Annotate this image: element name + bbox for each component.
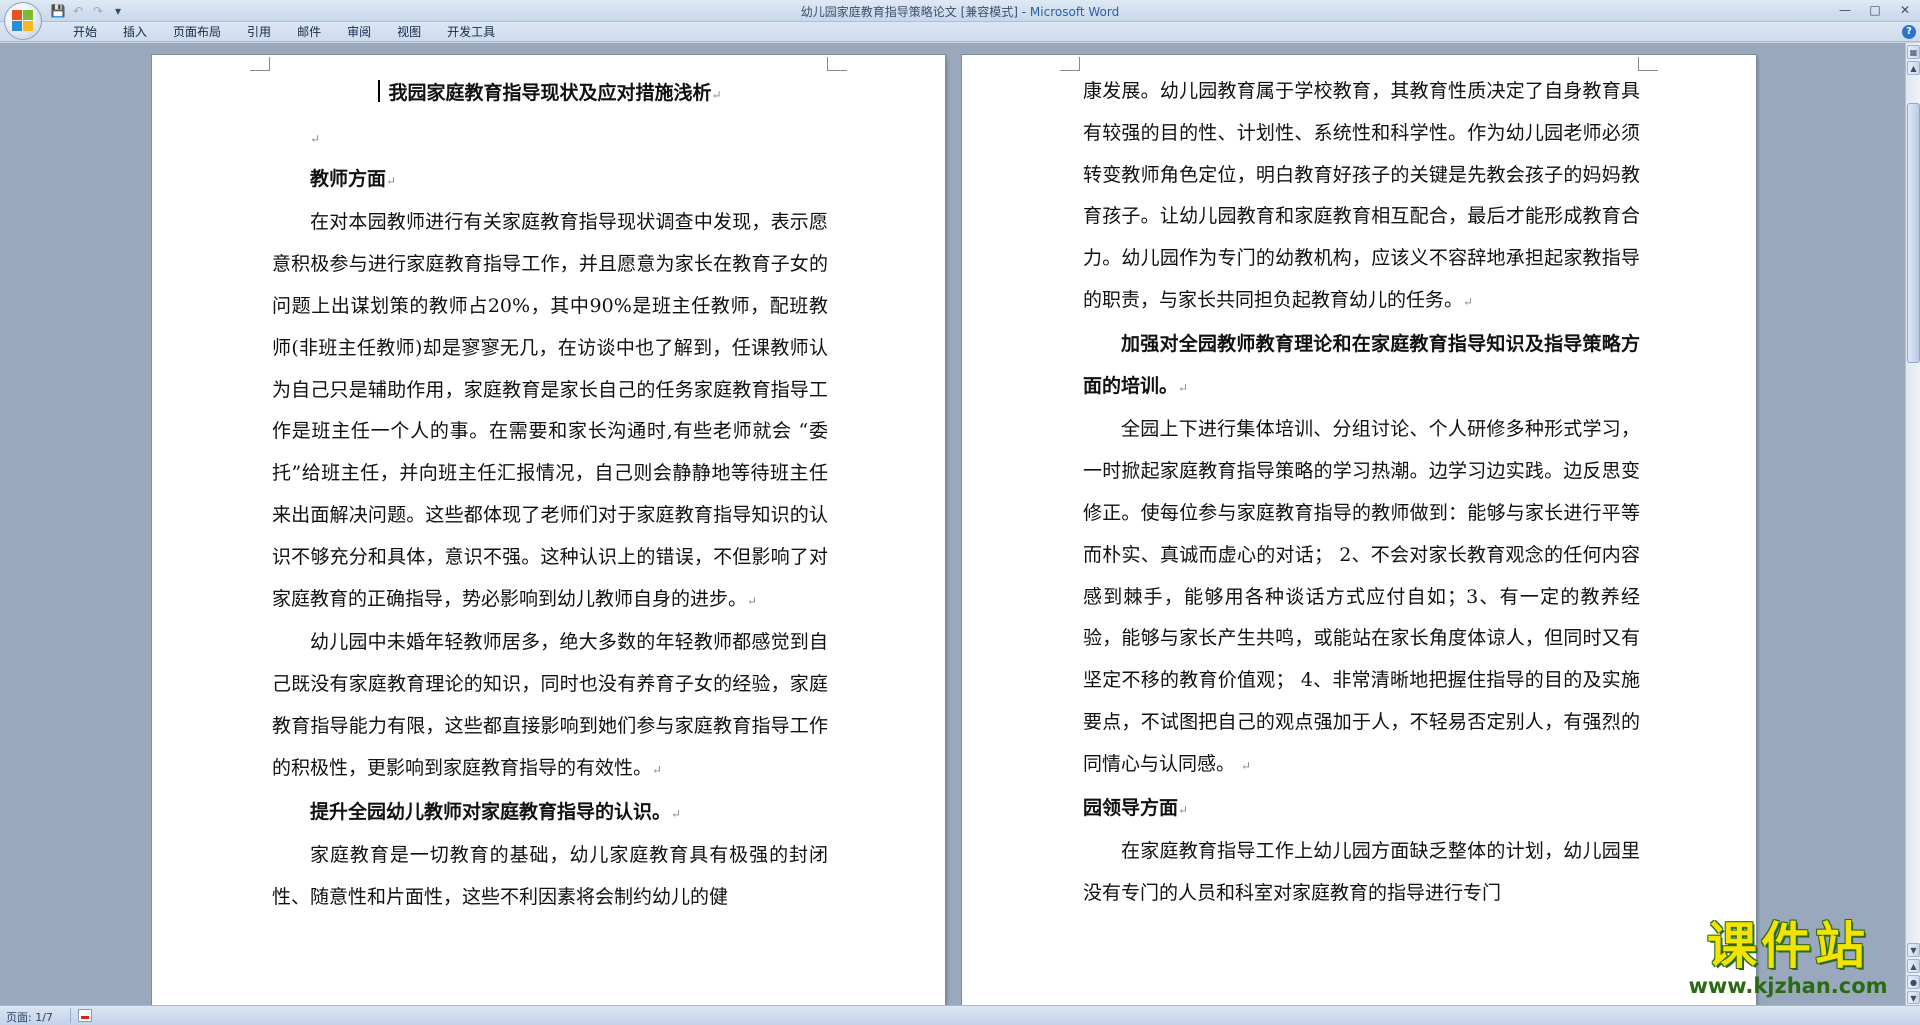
office-logo-icon — [12, 10, 34, 32]
paragraph: 幼儿园中未婚年轻教师居多，绝大多数的年轻教师都感觉到自己既没有家庭教育理论的知识… — [272, 631, 828, 779]
ruler-toggle-icon[interactable]: ▦ — [1907, 45, 1920, 59]
paragraph: 在对本园教师进行有关家庭教育指导现状调查中发现，表示愿意积极参与进行家庭教育指导… — [272, 211, 828, 610]
next-page-icon[interactable]: ▼ — [1907, 991, 1920, 1004]
tab-page-layout[interactable]: 页面布局 — [160, 24, 234, 41]
page-left: 我园家庭教育指导现状及应对措施浅析↵ ↵ 教师方面↵ 在对本园教师进行有关家庭教… — [152, 55, 945, 1005]
section-heading: 园领导方面↵ — [1083, 796, 1189, 819]
tab-developer[interactable]: 开发工具 — [434, 24, 508, 41]
scroll-up-icon[interactable]: ▲ — [1907, 61, 1920, 75]
watermark-title: 课件站 — [1707, 917, 1869, 975]
section-heading: 提升全园幼儿教师对家庭教育指导的认识。↵ — [310, 800, 682, 823]
paragraph: 全园上下进行集体培训、分组讨论、个人研修多种形式学习，一时掀起家庭教育指导策略的… — [1083, 418, 1640, 775]
tab-home[interactable]: 开始 — [60, 24, 110, 41]
section-heading: 教师方面↵ — [310, 167, 397, 190]
section-heading: 加强对全园教师教育理论和在家庭教育指导知识及指导策略方面的培训。↵ — [1083, 332, 1640, 397]
page-right: 康发展。幼儿园教育属于学校教育，其教育性质决定了自身教育具有较强的目的性、计划性… — [962, 55, 1756, 1005]
crop-mark — [827, 57, 847, 71]
proofing-icon[interactable] — [78, 1009, 92, 1022]
scroll-thumb[interactable] — [1907, 103, 1920, 363]
ribbon-tabs: 开始 插入 页面布局 引用 邮件 审阅 视图 开发工具 — [60, 24, 508, 41]
text-cursor — [378, 80, 381, 102]
maximize-icon[interactable]: □ — [1860, 0, 1890, 20]
title-bar: 💾 ↶ ↷ ▾ 幼儿园家庭教育指导策略论文 [兼容模式] - Microsoft… — [0, 0, 1920, 22]
document-title: 幼儿园家庭教育指导策略论文 [兼容模式] - — [800, 5, 1030, 19]
scroll-down-icon[interactable]: ▼ — [1907, 943, 1920, 957]
previous-page-icon[interactable]: ▲ — [1907, 959, 1920, 973]
tab-references[interactable]: 引用 — [234, 24, 284, 41]
tab-insert[interactable]: 插入 — [110, 24, 160, 41]
app-name: Microsoft Word — [1029, 5, 1120, 19]
page-body[interactable]: 我园家庭教育指导现状及应对措施浅析↵ ↵ 教师方面↵ 在对本园教师进行有关家庭教… — [272, 73, 828, 919]
ribbon: 开始 插入 页面布局 引用 邮件 审阅 视图 开发工具 ? — [0, 22, 1920, 42]
page-count[interactable]: 页面: 1/7 — [6, 1009, 53, 1025]
tab-mailings[interactable]: 邮件 — [284, 24, 334, 41]
page-body[interactable]: 康发展。幼儿园教育属于学校教育，其教育性质决定了自身教育具有较强的目的性、计划性… — [1083, 71, 1640, 915]
watermark-url: www.kjzhan.com — [1688, 974, 1888, 998]
crop-mark — [250, 57, 270, 71]
document-workspace: 我园家庭教育指导现状及应对措施浅析↵ ↵ 教师方面↵ 在对本园教师进行有关家庭教… — [0, 43, 1905, 1005]
document-title-heading: 我园家庭教育指导现状及应对措施浅析↵ — [272, 73, 828, 117]
paragraph: 家庭教育是一切教育的基础，幼儿家庭教育具有极强的封闭性、随意性和片面性，这些不利… — [272, 844, 828, 909]
close-icon[interactable]: ✕ — [1890, 0, 1920, 20]
status-bar: 页面: 1/7 — [0, 1005, 1920, 1025]
select-browse-object-icon[interactable]: ● — [1907, 975, 1920, 989]
minimize-icon[interactable]: — — [1830, 0, 1860, 20]
office-button[interactable] — [4, 2, 42, 40]
divider — [70, 1008, 71, 1023]
crop-mark — [1638, 57, 1658, 71]
help-icon[interactable]: ? — [1902, 25, 1916, 39]
paragraph: 在家庭教育指导工作上幼儿园方面缺乏整体的计划，幼儿园里没有专门的人员和科室对家庭… — [1083, 840, 1640, 905]
paragraph: 康发展。幼儿园教育属于学校教育，其教育性质决定了自身教育具有较强的目的性、计划性… — [1083, 80, 1640, 311]
vertical-scrollbar[interactable]: ▦ ▲ ▼ ▲ ● ▼ — [1905, 43, 1920, 1005]
empty-paragraph: ↵ — [310, 131, 321, 146]
window-title: 幼儿园家庭教育指导策略论文 [兼容模式] - Microsoft Word — [0, 3, 1920, 20]
crop-mark — [1060, 57, 1080, 71]
watermark-logo: 课件站 www.kjzhan.com — [1668, 918, 1908, 1002]
tab-review[interactable]: 审阅 — [334, 24, 384, 41]
window-controls: — □ ✕ — [1830, 0, 1920, 22]
tab-view[interactable]: 视图 — [384, 24, 434, 41]
